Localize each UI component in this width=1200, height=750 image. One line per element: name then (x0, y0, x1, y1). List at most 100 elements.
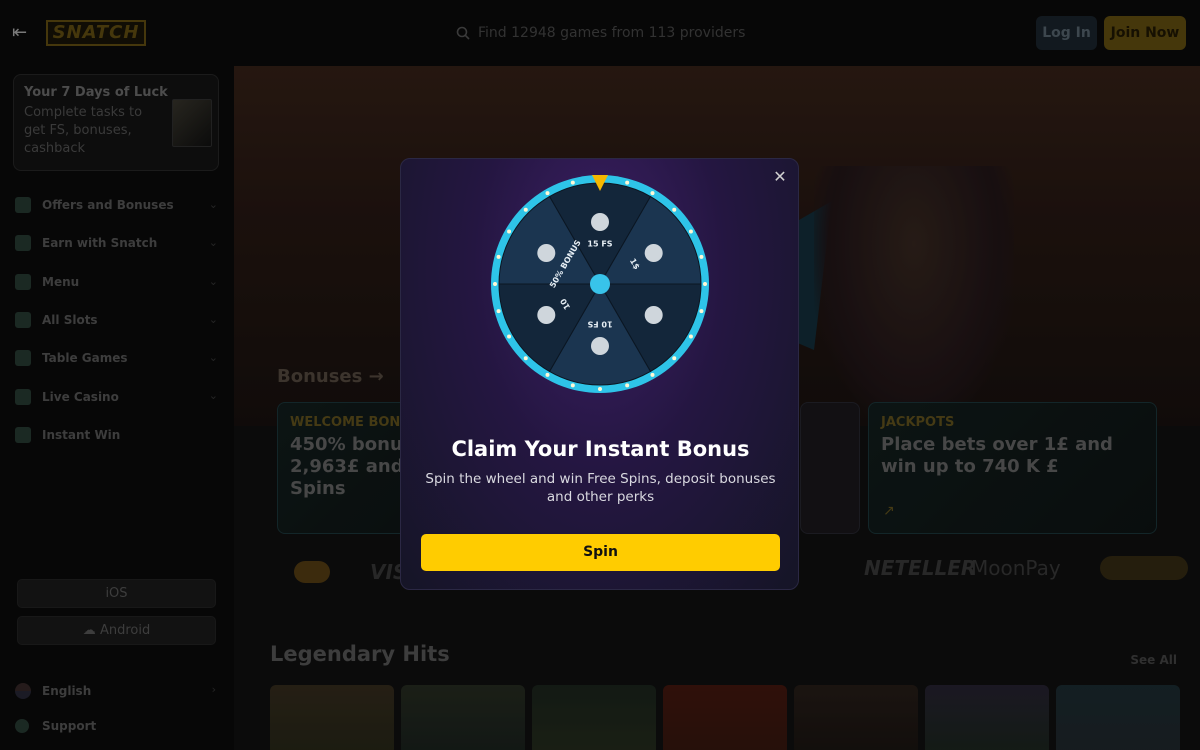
sidebar-item-label: Earn with Snatch (42, 236, 158, 251)
slots-icon (15, 312, 31, 329)
language-selector[interactable]: English › (15, 682, 220, 700)
modal-title: Claim Your Instant Bonus (451, 437, 750, 461)
sidebar-item-live-casino[interactable]: Live Casino ⌄ (0, 377, 234, 415)
spin-button[interactable]: Spin (421, 534, 780, 571)
wheel-segment-label: 15 FS (587, 240, 612, 249)
wheel-rim-light (650, 191, 655, 196)
wheel-rim-light (625, 383, 630, 388)
wheel-prize-icon (644, 244, 663, 262)
logo[interactable]: SNATCH (46, 20, 146, 46)
wheel-prize-icon (591, 213, 609, 231)
sidebar-item-label: Menu (42, 274, 80, 289)
top-header: ⇤ SNATCH Log In Join Now (0, 0, 1200, 66)
wheel-rim-light (493, 282, 497, 286)
sidebar-item-all-slots[interactable]: All Slots ⌄ (0, 301, 234, 339)
sidebar-item-offers-and-bonuses[interactable]: Offers and Bonuses ⌄ (0, 186, 234, 224)
sidebar-item-earn-with-snatch[interactable]: Earn with Snatch ⌄ (0, 224, 234, 262)
sidebar-item-label: Instant Win (42, 427, 121, 442)
promo-title: Your 7 Days of Luck (24, 85, 168, 100)
sidebar-item-menu[interactable]: Menu ⌄ (0, 263, 234, 301)
wheel-prize-icon (591, 337, 609, 355)
android-icon: ☁ (82, 623, 96, 638)
coins-icon (15, 235, 31, 252)
wheel-rim-light (688, 334, 693, 339)
search-bar[interactable] (456, 20, 776, 46)
game-row (270, 685, 1180, 750)
wheel-rim-light (625, 180, 630, 185)
wheel-segment-label: 10 FS (587, 320, 612, 329)
wheel-rim-light (650, 372, 655, 377)
chevron-down-icon: ⌄ (208, 351, 218, 365)
game-tile[interactable] (270, 685, 394, 750)
instant-bonus-modal: ✕ 15 FS 1$ 10 FS 10 50% BONUS Claim Your Ins… (400, 158, 799, 590)
sidebar-item-label: Offers and Bonuses (42, 198, 174, 213)
wheel-rim-light (688, 229, 693, 234)
legendary-hits-title: Legendary Hits (270, 642, 450, 666)
support-link[interactable]: Support (15, 717, 220, 735)
promo-card-image[interactable] (800, 402, 860, 534)
arrow-up-right-icon: ↗ (883, 503, 895, 519)
android-app-button[interactable]: ☁ Android (17, 616, 216, 645)
bonus-wheel: 15 FS1$10 FS1050% BONUS (491, 175, 709, 393)
android-label: Android (99, 623, 151, 638)
game-tile[interactable] (401, 685, 525, 750)
mastercard-icon (294, 561, 330, 583)
us-flag-icon (15, 683, 31, 699)
sidebar-item-label: Live Casino (42, 389, 119, 404)
bonuses-section-title[interactable]: Bonuses → (277, 366, 384, 387)
collapse-sidebar-icon[interactable]: ⇤ (12, 22, 34, 44)
wheel-rim-light (699, 254, 704, 259)
jackpots-card[interactable]: JACKPOTS Place bets over 1£ and win up t… (868, 402, 1157, 534)
join-now-button[interactable]: Join Now (1104, 16, 1186, 50)
game-tile[interactable] (1056, 685, 1180, 750)
live-casino-icon (15, 388, 31, 405)
seven-days-promo-card[interactable]: Your 7 Days of Luck Complete tasks to ge… (13, 74, 219, 171)
sidebar-item-table-games[interactable]: Table Games ⌄ (0, 339, 234, 377)
chevron-right-icon: › (211, 683, 216, 696)
wheel-prize-icon (644, 306, 663, 324)
wheel-rim-light (598, 387, 602, 391)
wheel-rim-light (496, 254, 501, 259)
close-icon[interactable]: ✕ (770, 167, 790, 187)
menu-icon (15, 273, 31, 290)
search-input[interactable] (478, 25, 768, 41)
chevron-down-icon: ⌄ (208, 198, 218, 211)
game-tile[interactable] (794, 685, 918, 750)
sidebar-item-label: All Slots (42, 313, 98, 328)
game-tile[interactable] (532, 685, 656, 750)
login-button[interactable]: Log In (1036, 16, 1097, 50)
chat-icon (15, 719, 29, 733)
modal-subtitle: Spin the wheel and win Free Spins, depos… (425, 471, 776, 505)
wheel-prize-icon (537, 244, 556, 262)
see-all-link[interactable]: See All (1130, 653, 1177, 667)
language-label: English (42, 684, 92, 698)
hero-character-image (814, 166, 1014, 426)
wheel-rim-light (703, 282, 707, 286)
sidebar-item-instant-win[interactable]: Instant Win (0, 416, 234, 454)
wheel-rim-light (507, 229, 512, 234)
sidebar: Your 7 Days of Luck Complete tasks to ge… (0, 66, 234, 750)
wheel-rim-light (672, 356, 677, 361)
support-label: Support (42, 719, 97, 733)
wheel-rim-light (570, 180, 575, 185)
wheel-rim-light (496, 309, 501, 314)
wheel-rim-light (570, 383, 575, 388)
game-tile[interactable] (663, 685, 787, 750)
gift-icon (15, 197, 31, 214)
instant-win-icon (15, 426, 31, 443)
game-tile[interactable] (925, 685, 1049, 750)
promo-text: Complete tasks to get FS, bonuses, cashb… (24, 105, 143, 156)
jackpots-title: Place bets over 1£ and win up to 740 K £ (881, 434, 1113, 477)
treasure-box-icon (172, 99, 212, 147)
sidebar-nav: Offers and Bonuses ⌄ Earn with Snatch ⌄ … (0, 186, 234, 454)
wheel-rim-light (545, 191, 550, 196)
wheel-rim-light (672, 207, 677, 212)
table-games-icon (15, 350, 31, 367)
ios-app-button[interactable]: iOS (17, 579, 216, 608)
chevron-down-icon: ⌄ (208, 274, 218, 288)
sidebar-item-label: Table Games (42, 351, 128, 366)
wheel-rim-light (523, 356, 528, 361)
neteller-logo: NETELLER (864, 556, 977, 580)
chevron-down-icon: ⌄ (208, 236, 218, 250)
wheel-rim-light (507, 334, 512, 339)
